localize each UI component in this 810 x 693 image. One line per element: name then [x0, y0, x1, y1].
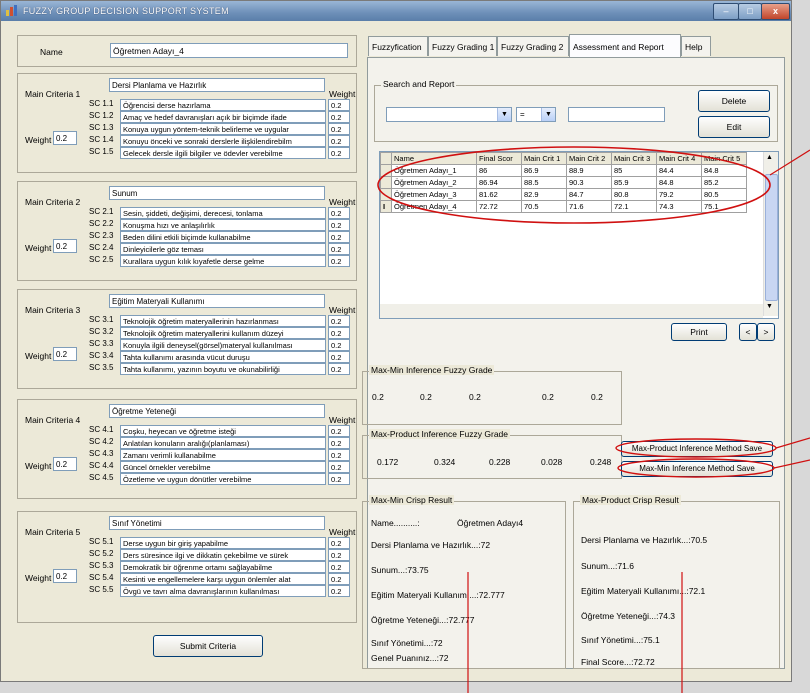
maxprod-save-ellipse: [615, 438, 777, 458]
annotation-line: [775, 437, 810, 449]
maxmin-save-ellipse: [617, 458, 775, 478]
annotation-line: [773, 459, 810, 469]
annotation-line: [769, 149, 810, 176]
annotation-overlay: [377, 146, 810, 693]
grid-highlight-ellipse: [377, 146, 771, 224]
